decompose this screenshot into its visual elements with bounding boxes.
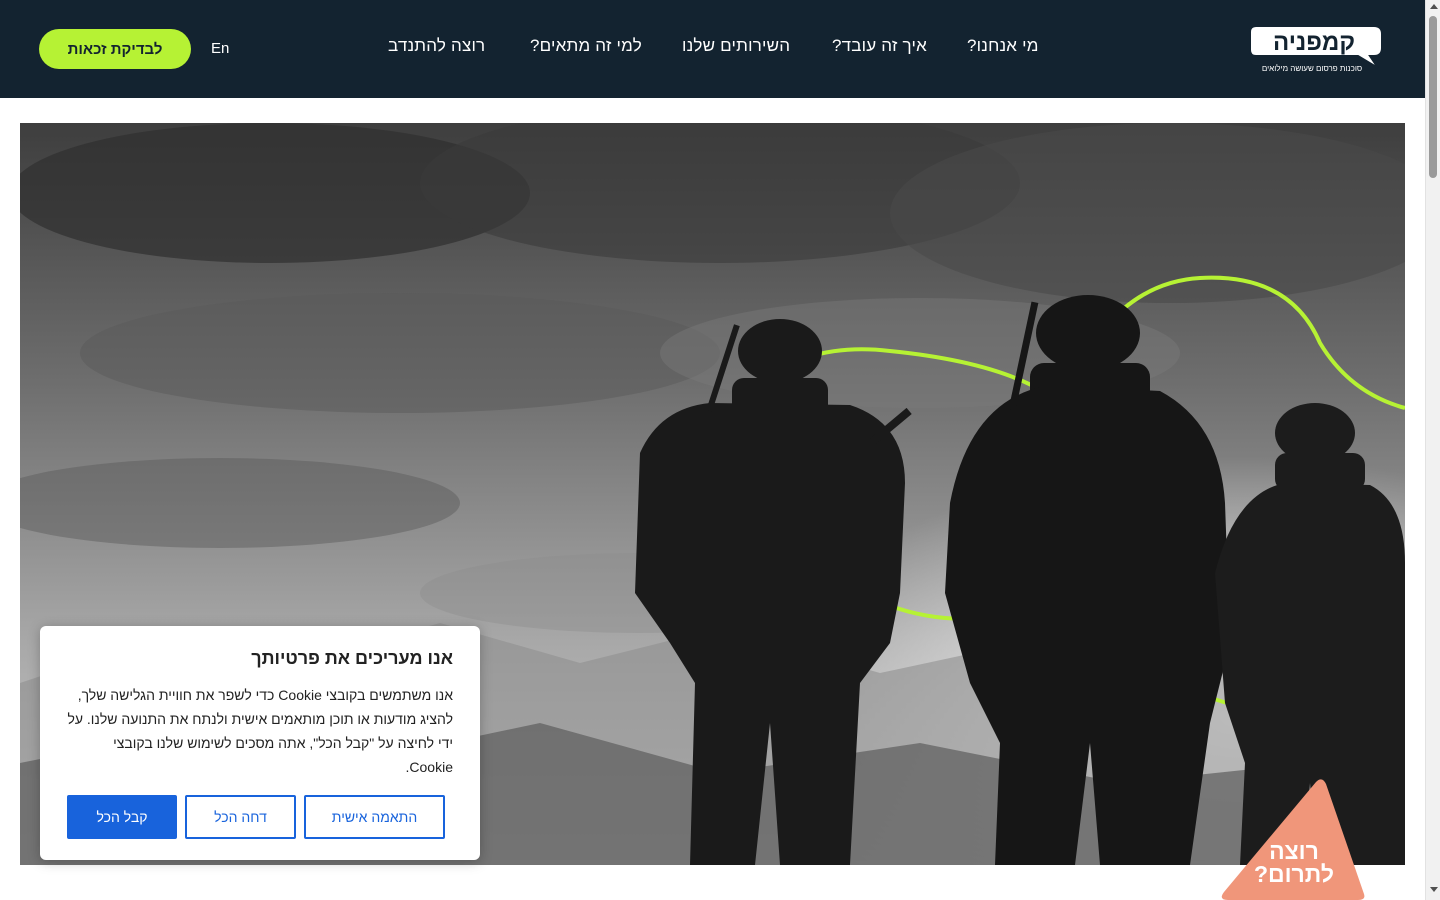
language-switch[interactable]: En <box>211 40 229 57</box>
cookie-reject-all-button[interactable]: דחה הכל <box>185 795 296 839</box>
cookie-accept-all-button[interactable]: קבל הכל <box>67 795 177 839</box>
nav-how-it-works[interactable]: איך זה עובד? <box>832 36 927 56</box>
nav-who-is-it-for[interactable]: למי זה מתאים? <box>530 36 642 56</box>
site-logo[interactable]: קמפניה סוכנות פרסום שעושה מילואים <box>1248 20 1388 76</box>
scroll-down-arrow-icon[interactable] <box>1430 887 1438 892</box>
nav-volunteer[interactable]: רוצה להתנדב <box>388 36 485 56</box>
eligibility-check-button[interactable]: לבדיקת זכאות <box>39 29 191 69</box>
cookie-title: אנו מעריכים את פרטיותך <box>251 648 453 668</box>
cookie-consent-dialog: אנו מעריכים את פרטיותך אנו משתמשים בקובצ… <box>40 626 480 860</box>
cookie-description: אנו משתמשים בקובצי Cookie כדי לשפר את חו… <box>67 687 453 775</box>
donate-line-2: לתרום? <box>1253 861 1334 887</box>
scrollbar-thumb[interactable] <box>1429 16 1437 178</box>
logo-speech-bubble-icon: קמפניה סוכנות פרסום שעושה מילואים <box>1249 25 1383 73</box>
nav-services[interactable]: השירותים שלנו <box>682 36 790 56</box>
nav-about[interactable]: מי אנחנו? <box>967 36 1039 56</box>
page-scrollbar[interactable] <box>1425 0 1440 900</box>
scroll-up-arrow-icon[interactable] <box>1430 4 1438 9</box>
donate-line-1: רוצה <box>1269 838 1319 864</box>
logo-text: קמפניה <box>1273 29 1355 56</box>
cookie-customize-button[interactable]: התאמה אישית <box>304 795 445 839</box>
site-header: קמפניה סוכנות פרסום שעושה מילואים מי אנח… <box>0 0 1425 98</box>
logo-tagline: סוכנות פרסום שעושה מילואים <box>1262 64 1362 73</box>
donate-label[interactable]: רוצה לתרום? <box>1234 840 1354 886</box>
page: קמפניה סוכנות פרסום שעושה מילואים מי אנח… <box>0 0 1440 900</box>
